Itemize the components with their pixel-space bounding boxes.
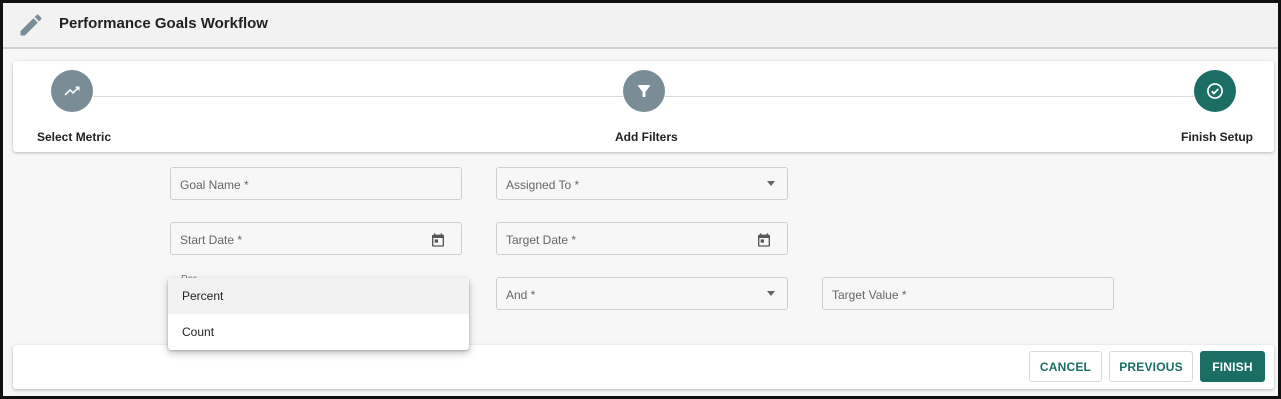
filter-icon — [638, 85, 650, 97]
trending-up-icon — [64, 86, 80, 96]
step-select-metric[interactable] — [51, 70, 93, 112]
goal-name-field[interactable]: Goal Name * — [170, 167, 462, 200]
page-title: Performance Goals Workflow — [59, 15, 268, 32]
pencil-icon — [20, 14, 42, 36]
start-date-field[interactable]: Start Date * — [170, 222, 462, 255]
cancel-button[interactable]: CANCEL — [1029, 351, 1102, 382]
assigned-to-placeholder: Assigned To * — [506, 178, 580, 192]
start-date-placeholder: Start Date * — [180, 233, 243, 247]
finish-button[interactable]: FINISH — [1200, 351, 1265, 382]
target-value-field[interactable]: Target Value * — [822, 277, 1114, 310]
assigned-to-select[interactable]: Assigned To * — [496, 167, 788, 200]
and-select[interactable]: And * — [496, 277, 788, 310]
unit-dropdown-menu: Percent Count — [168, 278, 469, 350]
target-date-placeholder: Target Date * — [506, 233, 577, 247]
dropdown-option-percent[interactable]: Percent — [168, 278, 469, 314]
step-label-add-filters: Add Filters — [615, 130, 678, 144]
step-label-select-metric: Select Metric — [37, 130, 112, 144]
header-bar: Performance Goals Workflow — [3, 3, 1278, 49]
footer-actions: CANCEL PREVIOUS FINISH — [13, 345, 1274, 389]
stepper: Select Metric Add Filters Finish Setup — [13, 61, 1274, 152]
dropdown-option-count[interactable]: Count — [168, 314, 469, 350]
and-placeholder: And * — [506, 288, 536, 302]
target-date-field[interactable]: Target Date * — [496, 222, 788, 255]
chevron-down-icon — [767, 291, 775, 296]
check-circle-icon — [1207, 83, 1223, 99]
previous-button[interactable]: PREVIOUS — [1109, 351, 1193, 382]
calendar-icon[interactable] — [430, 232, 446, 248]
chevron-down-icon — [767, 181, 775, 186]
step-add-filters[interactable] — [623, 70, 665, 112]
calendar-icon[interactable] — [756, 232, 772, 248]
step-finish-setup[interactable] — [1194, 70, 1236, 112]
step-label-finish-setup: Finish Setup — [1181, 130, 1253, 144]
target-value-placeholder: Target Value * — [832, 288, 907, 302]
goal-name-placeholder: Goal Name * — [180, 178, 249, 192]
workflow-window: Performance Goals Workflow Select Metric… — [0, 0, 1281, 399]
